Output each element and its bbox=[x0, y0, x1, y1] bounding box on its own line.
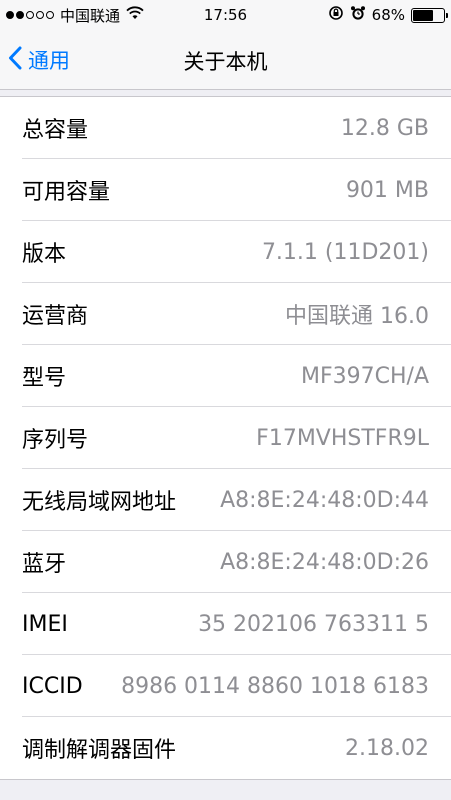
item-label: ICCID bbox=[22, 673, 83, 699]
status-left: 中国联通 bbox=[6, 5, 144, 26]
list-item: 可用容量 901 MB bbox=[0, 159, 451, 221]
item-label: 调制解调器固件 bbox=[22, 738, 177, 763]
item-value: 8986 0114 8860 1018 6183 bbox=[121, 673, 429, 699]
item-value: 中国联通 16.0 bbox=[285, 304, 429, 329]
item-label: 可用容量 bbox=[22, 180, 111, 205]
status-right: 68% bbox=[328, 5, 448, 25]
list-item: IMEI 35 202106 763311 5 bbox=[0, 593, 451, 655]
wifi-icon bbox=[126, 6, 144, 24]
battery-icon bbox=[411, 7, 448, 23]
list-item: ICCID 8986 0114 8860 1018 6183 bbox=[0, 655, 451, 717]
item-value: F17MVHSTFR9L bbox=[256, 425, 429, 451]
item-value: 12.8 GB bbox=[340, 115, 429, 141]
item-label: 总容量 bbox=[22, 118, 89, 143]
item-label: IMEI bbox=[22, 611, 68, 637]
signal-strength-icon bbox=[6, 11, 54, 19]
item-value: 35 202106 763311 5 bbox=[198, 611, 429, 637]
item-value: A8:8E:24:48:0D:26 bbox=[220, 549, 429, 575]
status-bar: 中国联通 17:56 68% bbox=[0, 0, 451, 30]
item-label: 运营商 bbox=[22, 304, 89, 329]
list-item: 运营商 中国联通 16.0 bbox=[0, 283, 451, 345]
item-value: A8:8E:24:48:0D:44 bbox=[220, 487, 429, 513]
list-item: 调制解调器固件 2.18.02 bbox=[0, 717, 451, 779]
item-label: 型号 bbox=[22, 366, 67, 391]
list-item: 序列号 F17MVHSTFR9L bbox=[0, 407, 451, 469]
battery-fill bbox=[413, 9, 433, 21]
list-item: 总容量 12.8 GB bbox=[0, 97, 451, 159]
navigation-bar: 通用 关于本机 bbox=[0, 30, 451, 90]
item-value: 2.18.02 bbox=[345, 735, 429, 761]
item-label: 版本 bbox=[22, 242, 67, 267]
item-value: MF397CH/A bbox=[301, 363, 429, 389]
about-info-list: 总容量 12.8 GB 可用容量 901 MB 版本 7.1.1 (11D201) 运营商 中… bbox=[0, 96, 451, 780]
item-value: 901 MB bbox=[345, 177, 429, 203]
list-item: 版本 7.1.1 (11D201) bbox=[0, 221, 451, 283]
item-label: 无线局域网地址 bbox=[22, 490, 177, 515]
item-value: 7.1.1 (11D201) bbox=[261, 239, 429, 265]
carrier-name: 中国联通 bbox=[60, 6, 121, 25]
alarm-icon bbox=[350, 5, 366, 25]
list-item: 型号 MF397CH/A bbox=[0, 345, 451, 407]
list-item: 无线局域网地址 A8:8E:24:48:0D:44 bbox=[0, 469, 451, 531]
list-item: 蓝牙 A8:8E:24:48:0D:26 bbox=[0, 531, 451, 593]
battery-percentage: 68% bbox=[371, 6, 405, 24]
page-title: 关于本机 bbox=[183, 50, 268, 74]
item-label: 蓝牙 bbox=[22, 552, 67, 577]
item-label: 序列号 bbox=[22, 428, 89, 453]
rotation-lock-icon bbox=[328, 5, 344, 25]
